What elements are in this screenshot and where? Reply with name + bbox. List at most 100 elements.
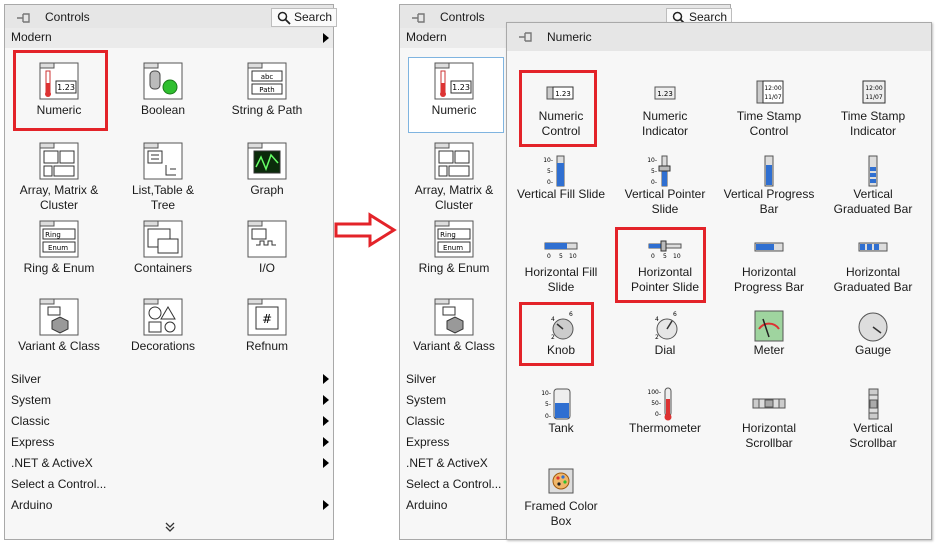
tile-label: Decorations xyxy=(130,339,196,353)
tile-label: Variant & Class xyxy=(18,339,100,353)
tile-containers[interactable]: Containers xyxy=(111,211,215,289)
ring-folder-icon: Ring Enum xyxy=(38,217,80,259)
category-silver[interactable]: Silver xyxy=(5,369,333,389)
vertical-scrollbar-icon xyxy=(853,387,893,421)
svg-text:Path: Path xyxy=(259,86,274,94)
category-label: Arduino xyxy=(406,498,448,512)
item-horizontal-graduated-bar[interactable]: Horizontal Graduated Bar xyxy=(821,225,925,303)
item-horizontal-scrollbar[interactable]: Horizontal Scrollbar xyxy=(717,381,821,459)
tile-ring-enum[interactable]: Ring Enum Ring & Enum xyxy=(402,211,506,289)
tile-label: I/O xyxy=(258,261,275,275)
array-folder-icon xyxy=(433,139,475,181)
category-system[interactable]: System xyxy=(5,390,333,410)
svg-text:Ring: Ring xyxy=(440,231,456,239)
category-net-activex[interactable]: .NET & ActiveX xyxy=(5,453,333,473)
tile-io[interactable]: I/O xyxy=(215,211,319,289)
svg-text:1.23: 1.23 xyxy=(57,83,75,92)
expand-arrow-icon xyxy=(323,374,329,384)
horizontal-progress-bar-icon xyxy=(749,231,789,265)
tile-numeric[interactable]: 1.23 Numeric xyxy=(7,53,111,131)
item-vertical-fill-slide[interactable]: 10- 5- 0- Vertical Fill Slide xyxy=(509,147,613,225)
item-label: Numeric Control xyxy=(538,109,584,138)
item-label: Knob xyxy=(546,343,576,357)
item-timestamp-indicator[interactable]: 12:00 11/07 Time Stamp Indicator xyxy=(821,69,925,147)
timestamp-indicator-icon: 12:00 11/07 xyxy=(853,75,893,109)
svg-text:5-: 5- xyxy=(651,168,657,175)
subpalette-titlebar: Numeric xyxy=(507,23,931,51)
expand-arrow-icon xyxy=(323,33,329,43)
tile-list-table-tree[interactable]: List,Table & Tree xyxy=(111,133,215,212)
item-vertical-progress-bar[interactable]: Vertical Progress Bar xyxy=(717,147,821,225)
item-vertical-scrollbar[interactable]: Vertical Scrollbar xyxy=(821,381,925,459)
tile-variant-class[interactable]: Variant & Class xyxy=(402,289,506,367)
svg-text:100-: 100- xyxy=(647,389,661,396)
vertical-pointer-slide-icon: 10- 5- 0- xyxy=(645,153,685,187)
item-label: Time Stamp Control xyxy=(736,109,802,138)
item-numeric-control[interactable]: 1.23 Numeric Control xyxy=(509,69,613,147)
item-vertical-pointer-slide[interactable]: 10- 5- 0- Vertical Pointer Slide xyxy=(613,147,717,225)
tile-label: Ring & Enum xyxy=(23,261,95,275)
tile-variant-class[interactable]: Variant & Class xyxy=(7,289,111,367)
section-modern-label: Modern xyxy=(406,30,447,44)
item-horizontal-progress-bar[interactable]: Horizontal Progress Bar xyxy=(717,225,821,303)
category-arduino[interactable]: Arduino xyxy=(5,495,333,515)
item-vertical-graduated-bar[interactable]: Vertical Graduated Bar xyxy=(821,147,925,225)
list-folder-icon xyxy=(142,139,184,181)
item-horizontal-fill-slide[interactable]: 0 5 10 Horizontal Fill Slide xyxy=(509,225,613,303)
ring-folder-icon: Ring Enum xyxy=(433,217,475,259)
tile-boolean[interactable]: Boolean xyxy=(111,53,215,131)
search-button[interactable]: Search xyxy=(271,8,338,27)
category-label: Select a Control... xyxy=(11,477,107,491)
transition-arrow-icon xyxy=(334,212,397,248)
item-label: Horizontal Fill Slide xyxy=(524,265,598,294)
category-classic[interactable]: Classic xyxy=(5,411,333,431)
tile-ring-enum[interactable]: Ring Enum Ring & Enum xyxy=(7,211,111,289)
tile-array-matrix-cluster[interactable]: Array, Matrix & Cluster xyxy=(7,133,111,212)
svg-text:Ring: Ring xyxy=(45,231,61,239)
category-select-control[interactable]: Select a Control... xyxy=(5,474,333,494)
item-timestamp-control[interactable]: 12:00 11/07 Time Stamp Control xyxy=(717,69,821,147)
tile-numeric[interactable]: 1.23 Numeric xyxy=(402,53,506,131)
vertical-fill-slide-icon: 10- 5- 0- xyxy=(541,153,581,187)
category-express[interactable]: Express xyxy=(5,432,333,452)
item-numeric-indicator[interactable]: 1.23 Numeric Indicator xyxy=(613,69,717,147)
item-label: Horizontal Scrollbar xyxy=(741,421,797,450)
expand-arrow-icon xyxy=(323,458,329,468)
item-dial[interactable]: 2 4 6 Dial xyxy=(613,303,717,381)
pin-icon[interactable] xyxy=(517,30,535,44)
more-chevron-icon[interactable] xyxy=(164,521,176,533)
category-label: Silver xyxy=(406,372,437,386)
boolean-folder-icon xyxy=(142,59,184,101)
item-label: Dial xyxy=(654,343,676,357)
section-modern[interactable]: Modern xyxy=(5,28,333,48)
svg-text:Enum: Enum xyxy=(443,244,463,252)
pin-icon[interactable] xyxy=(15,11,33,25)
item-meter[interactable]: Meter xyxy=(717,303,821,381)
item-thermometer[interactable]: 100- 50- 0- Thermometer xyxy=(613,381,717,459)
dial-icon: 2 4 6 xyxy=(645,309,685,343)
search-icon xyxy=(277,11,291,25)
pin-icon[interactable] xyxy=(410,11,428,25)
tile-refnum[interactable]: # Refnum xyxy=(215,289,319,367)
item-gauge[interactable]: Gauge xyxy=(821,303,925,381)
numeric-folder-icon: 1.23 xyxy=(38,59,80,101)
item-framed-color-box[interactable]: Framed Color Box xyxy=(509,459,613,537)
horizontal-scrollbar-icon xyxy=(749,387,789,421)
item-label: Tank xyxy=(548,421,574,435)
string-folder-icon: abc Path xyxy=(246,59,288,101)
tile-label: Graph xyxy=(250,183,284,197)
tile-label: Array, Matrix & Cluster xyxy=(19,183,99,212)
graph-folder-icon xyxy=(246,139,288,181)
tile-string-path[interactable]: abc Path String & Path xyxy=(215,53,319,131)
svg-text:#: # xyxy=(262,312,272,326)
item-knob[interactable]: 2 4 6 Knob xyxy=(509,303,613,381)
tile-graph[interactable]: Graph xyxy=(215,133,319,211)
item-tank[interactable]: 10- 5- 0- Tank xyxy=(509,381,613,459)
expand-arrow-icon xyxy=(323,437,329,447)
item-horizontal-pointer-slide[interactable]: 0 5 10 Horizontal Pointer Slide xyxy=(613,225,717,303)
tile-array-matrix-cluster[interactable]: Array, Matrix & Cluster xyxy=(402,133,506,212)
svg-text:12:00: 12:00 xyxy=(865,85,882,92)
tile-decorations[interactable]: Decorations xyxy=(111,289,215,367)
category-label: Select a Control... xyxy=(406,477,502,491)
item-label: Meter xyxy=(753,343,785,357)
